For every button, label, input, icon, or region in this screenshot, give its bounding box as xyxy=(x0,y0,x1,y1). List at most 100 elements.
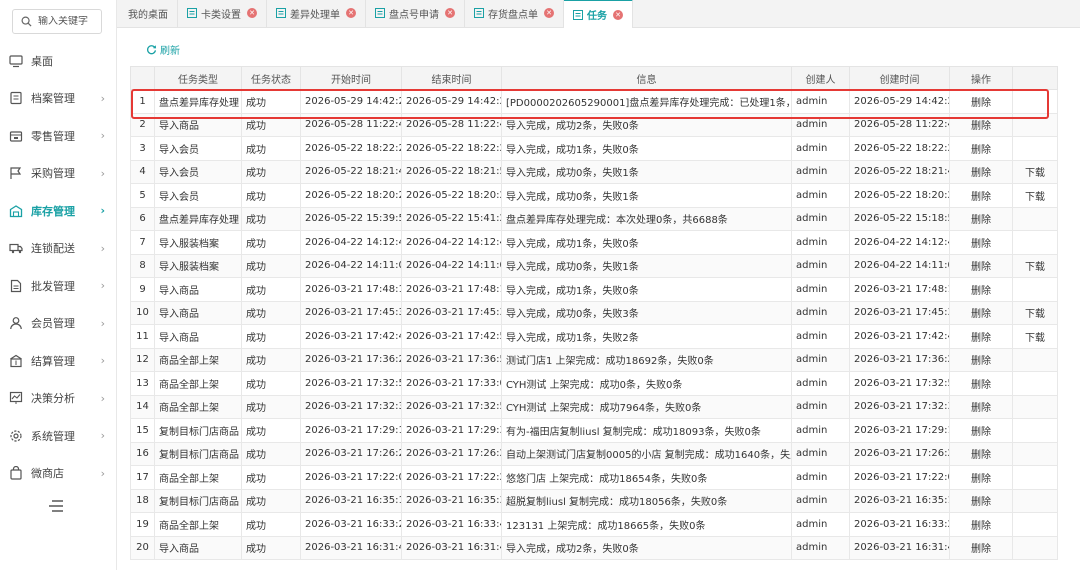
start-time-cell: 2026-05-29 14:42:27 xyxy=(300,89,402,114)
delete-link[interactable]: 删除 xyxy=(949,371,1013,396)
sidebar-item-2[interactable]: 零售管理 › xyxy=(0,117,117,155)
info-cell: 导入完成，成功2条，失败0条 xyxy=(501,112,792,137)
creator-cell: admin xyxy=(791,230,850,255)
delete-link[interactable]: 删除 xyxy=(949,253,1013,278)
delete-link[interactable]: 删除 xyxy=(949,159,1013,184)
sidebar-item-3[interactable]: 采购管理 › xyxy=(0,155,117,193)
sidebar-item-10[interactable]: 系统管理 › xyxy=(0,417,117,455)
created-time-cell: 2026-03-21 17:45:30 xyxy=(849,300,950,325)
sidebar-item-8[interactable]: 结算管理 › xyxy=(0,342,117,380)
task-type-cell: 复制目标门店商品 xyxy=(154,418,242,443)
refresh-icon xyxy=(147,45,157,55)
table-row[interactable]: 11 导入商品 成功 2026-03-21 17:42:49 2026-03-21 17… xyxy=(130,324,1058,349)
close-icon[interactable]: ✕ xyxy=(445,8,455,18)
refresh-button[interactable]: 刷新 xyxy=(146,42,180,57)
delete-link[interactable]: 删除 xyxy=(949,183,1013,208)
download-link[interactable]: 下载 xyxy=(1012,253,1058,278)
delete-link[interactable]: 删除 xyxy=(949,441,1013,466)
task-type-cell: 导入商品 xyxy=(154,300,242,325)
start-time-cell: 2026-03-21 17:48:17 xyxy=(300,277,402,302)
table-row[interactable]: 17 商品全部上架 成功 2026-03-21 17:22:01 2026-03-21 … xyxy=(130,465,1058,490)
info-cell: CYH测试 上架完成：成功0条，失败0条 xyxy=(501,371,792,396)
row-index: 4 xyxy=(130,159,155,184)
table-row[interactable]: 15 复制目标门店商品 成功 2026-03-21 17:29:15 2026-03-2… xyxy=(130,418,1058,443)
start-time-cell: 2026-03-21 17:45:30 xyxy=(300,300,402,325)
table-row[interactable]: 2 导入商品 成功 2026-05-28 11:22:46 2026-05-28 11:… xyxy=(130,112,1058,137)
delete-link[interactable]: 删除 xyxy=(949,300,1013,325)
close-icon[interactable]: ✕ xyxy=(247,8,257,18)
table-row[interactable]: 5 导入会员 成功 2026-05-22 18:20:27 2026-05-22 18:… xyxy=(130,183,1058,208)
tab-4[interactable]: 存货盘点单 ✕ xyxy=(465,0,564,27)
delete-link[interactable]: 删除 xyxy=(949,136,1013,161)
sidebar-menu: 桌面 档案管理 › 零售管理 › 采购管理 › 库存管理 › 连锁配送 › 批发管理 › 会员管理 › 结算管… xyxy=(0,42,117,492)
delete-link[interactable]: 删除 xyxy=(949,230,1013,255)
delete-link[interactable]: 删除 xyxy=(949,324,1013,349)
table-row[interactable]: 16 复制目标门店商品 成功 2026-03-21 17:26:24 2026-03-2… xyxy=(130,441,1058,466)
start-time-cell: 2026-05-22 18:21:49 xyxy=(300,159,402,184)
table-row[interactable]: 18 复制目标门店商品 成功 2026-03-21 16:35:15 2026-03-2… xyxy=(130,488,1058,513)
tab-0[interactable]: 我的桌面 xyxy=(117,0,178,27)
download-link[interactable]: 下载 xyxy=(1012,324,1058,349)
sidebar-search-input[interactable] xyxy=(38,16,96,27)
sidebar-item-4[interactable]: 库存管理 › xyxy=(0,192,117,230)
tab-1[interactable]: 卡类设置 ✕ xyxy=(178,0,267,27)
sidebar-item-1[interactable]: 档案管理 › xyxy=(0,80,117,118)
info-cell: 导入完成，成功0条，失败1条 xyxy=(501,253,792,278)
table-row[interactable]: 19 商品全部上架 成功 2026-03-21 16:33:22 2026-03-21 … xyxy=(130,512,1058,537)
table-row[interactable]: 7 导入服装档案 成功 2026-04-22 14:12:40 2026-04-22 1… xyxy=(130,230,1058,255)
download-link xyxy=(1012,347,1058,372)
sidebar-item-label: 采购管理 xyxy=(31,167,75,181)
delete-link[interactable]: 删除 xyxy=(949,347,1013,372)
task-status-cell: 成功 xyxy=(241,347,301,372)
creator-cell: admin xyxy=(791,159,850,184)
tab-5[interactable]: 任务 ✕ xyxy=(564,0,633,28)
table-row[interactable]: 9 导入商品 成功 2026-03-21 17:48:17 2026-03-21 17:… xyxy=(130,277,1058,302)
close-icon[interactable]: ✕ xyxy=(346,8,356,18)
download-link[interactable]: 下载 xyxy=(1012,300,1058,325)
table-row[interactable]: 13 商品全部上架 成功 2026-03-21 17:32:57 2026-03-21 … xyxy=(130,371,1058,396)
table-row[interactable]: 12 商品全部上架 成功 2026-03-21 17:36:26 2026-03-21 … xyxy=(130,347,1058,372)
task-type-cell: 导入商品 xyxy=(154,535,242,560)
task-type-cell: 商品全部上架 xyxy=(154,512,242,537)
task-status-cell: 成功 xyxy=(241,159,301,184)
tab-3[interactable]: 盘点号申请 ✕ xyxy=(366,0,465,27)
download-link[interactable]: 下载 xyxy=(1012,183,1058,208)
close-icon[interactable]: ✕ xyxy=(613,9,623,20)
end-time-cell: 2026-03-21 17:32:52 xyxy=(401,394,502,419)
creator-cell: admin xyxy=(791,324,850,349)
sidebar-item-9[interactable]: 决策分析 › xyxy=(0,380,117,418)
table-row[interactable]: 1 盘点差异库存处理 成功 2026-05-29 14:42:27 2026-05-29… xyxy=(130,89,1058,114)
end-time-cell: 2026-05-22 15:41:23 xyxy=(401,206,502,231)
start-time-cell: 2026-03-21 17:32:38 xyxy=(300,394,402,419)
delete-link[interactable]: 删除 xyxy=(949,206,1013,231)
delete-link[interactable]: 删除 xyxy=(949,488,1013,513)
delete-link[interactable]: 删除 xyxy=(949,112,1013,137)
collapse-menu-icon[interactable] xyxy=(48,498,66,514)
column-header: 操作 xyxy=(949,66,1013,90)
delete-link[interactable]: 删除 xyxy=(949,418,1013,443)
delete-link[interactable]: 删除 xyxy=(949,512,1013,537)
sidebar-item-7[interactable]: 会员管理 › xyxy=(0,305,117,343)
sidebar-item-0[interactable]: 桌面 xyxy=(0,42,117,80)
table-row[interactable]: 14 商品全部上架 成功 2026-03-21 17:32:38 2026-03-21 … xyxy=(130,394,1058,419)
sidebar-item-11[interactable]: 微商店 › xyxy=(0,455,117,493)
table-row[interactable]: 20 导入商品 成功 2026-03-21 16:31:40 2026-03-21 16… xyxy=(130,535,1058,560)
table-row[interactable]: 6 盘点差异库存处理 成功 2026-05-22 15:39:52 2026-05-22… xyxy=(130,206,1058,231)
sidebar-search[interactable] xyxy=(12,9,102,34)
delete-link[interactable]: 删除 xyxy=(949,89,1013,114)
task-status-cell: 成功 xyxy=(241,535,301,560)
delete-link[interactable]: 删除 xyxy=(949,535,1013,560)
table-row[interactable]: 3 导入会员 成功 2026-05-22 18:22:24 2026-05-22 18:… xyxy=(130,136,1058,161)
table-row[interactable]: 8 导入服装档案 成功 2026-04-22 14:11:04 2026-04-22 1… xyxy=(130,253,1058,278)
close-icon[interactable]: ✕ xyxy=(544,8,554,18)
delete-link[interactable]: 删除 xyxy=(949,465,1013,490)
sidebar-item-5[interactable]: 连锁配送 › xyxy=(0,230,117,268)
delete-link[interactable]: 删除 xyxy=(949,394,1013,419)
tab-2[interactable]: 差异处理单 ✕ xyxy=(267,0,366,27)
download-link[interactable]: 下载 xyxy=(1012,159,1058,184)
sidebar-item-6[interactable]: 批发管理 › xyxy=(0,267,117,305)
delete-link[interactable]: 删除 xyxy=(949,277,1013,302)
start-time-cell: 2026-05-22 15:39:52 xyxy=(300,206,402,231)
table-row[interactable]: 10 导入商品 成功 2026-03-21 17:45:30 2026-03-21 17… xyxy=(130,300,1058,325)
table-row[interactable]: 4 导入会员 成功 2026-05-22 18:21:49 2026-05-22 18:… xyxy=(130,159,1058,184)
